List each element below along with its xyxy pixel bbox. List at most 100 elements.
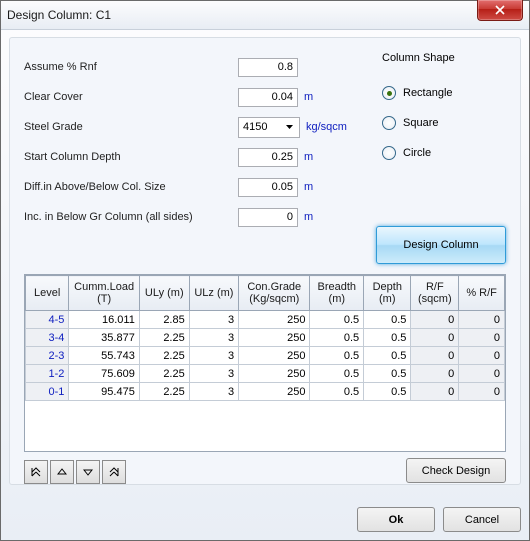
cell-depth[interactable]: 0.5 [364, 383, 411, 401]
col-header-ulz[interactable]: ULz (m) [189, 276, 238, 311]
cell-con[interactable]: 250 [239, 383, 310, 401]
table-row[interactable]: 2-355.7432.2532500.50.500 [26, 347, 505, 365]
cell-depth[interactable]: 0.5 [364, 347, 411, 365]
steel-grade-unit: kg/sqcm [306, 121, 347, 133]
col-header-con[interactable]: Con.Grade (Kg/sqcm) [239, 276, 310, 311]
col-header-depth[interactable]: Depth (m) [364, 276, 411, 311]
results-table: Level Cumm.Load (T) ULy (m) ULz (m) Con.… [25, 275, 505, 401]
radio-icon [382, 146, 396, 160]
cell-ulz[interactable]: 3 [189, 347, 238, 365]
close-button[interactable] [477, 0, 523, 21]
start-depth-unit: m [304, 151, 313, 163]
design-column-button[interactable]: Design Column [376, 226, 506, 264]
titlebar[interactable]: Design Column: C1 [1, 1, 529, 30]
check-design-label: Check Design [422, 465, 490, 477]
cell-con[interactable]: 250 [239, 365, 310, 383]
col-header-cumm[interactable]: Cumm.Load (T) [69, 276, 139, 311]
cell-breadth[interactable]: 0.5 [310, 311, 364, 329]
cell-uly[interactable]: 2.25 [139, 383, 189, 401]
table-row[interactable]: 0-195.4752.2532500.50.500 [26, 383, 505, 401]
col-header-rf[interactable]: R/F (sqcm) [411, 276, 459, 311]
cell-prf[interactable]: 0 [459, 329, 505, 347]
cell-rf[interactable]: 0 [411, 383, 459, 401]
radio-icon [382, 86, 396, 100]
row-first-button[interactable] [24, 460, 48, 484]
cell-cumm[interactable]: 35.877 [69, 329, 139, 347]
row-last-button[interactable] [102, 460, 126, 484]
cell-ulz[interactable]: 3 [189, 365, 238, 383]
steel-grade-select[interactable]: 4150 [238, 117, 300, 138]
cell-ulz[interactable]: 3 [189, 383, 238, 401]
cell-rf[interactable]: 0 [411, 347, 459, 365]
dialog-buttons: Ok Cancel [357, 507, 521, 532]
table-row[interactable]: 3-435.8772.2532500.50.500 [26, 329, 505, 347]
arrow-up-icon [57, 467, 67, 477]
assume-rnf-input[interactable] [238, 58, 298, 77]
cell-con[interactable]: 250 [239, 311, 310, 329]
cell-uly[interactable]: 2.85 [139, 311, 189, 329]
clear-cover-input[interactable] [238, 88, 298, 107]
cell-cumm[interactable]: 75.609 [69, 365, 139, 383]
cell-prf[interactable]: 0 [459, 365, 505, 383]
check-design-button[interactable]: Check Design [406, 458, 506, 483]
cell-prf[interactable]: 0 [459, 383, 505, 401]
arrow-down-icon [83, 467, 93, 477]
cell-breadth[interactable]: 0.5 [310, 329, 364, 347]
row-next-button[interactable] [76, 460, 100, 484]
cell-level[interactable]: 3-4 [26, 329, 69, 347]
ok-button[interactable]: Ok [357, 507, 435, 532]
cell-level[interactable]: 1-2 [26, 365, 69, 383]
cell-prf[interactable]: 0 [459, 347, 505, 365]
main-panel: Assume % Rnf Clear Cover m Steel Grade 4… [9, 37, 521, 485]
results-grid[interactable]: Level Cumm.Load (T) ULy (m) ULz (m) Con.… [24, 274, 506, 452]
start-depth-label: Start Column Depth [24, 151, 238, 163]
radio-rectangle[interactable]: Rectangle [382, 78, 506, 108]
diff-size-unit: m [304, 181, 313, 193]
radio-square[interactable]: Square [382, 108, 506, 138]
cell-depth[interactable]: 0.5 [364, 365, 411, 383]
steel-grade-value: 4150 [243, 121, 282, 133]
col-header-breadth[interactable]: Breadth (m) [310, 276, 364, 311]
cell-con[interactable]: 250 [239, 329, 310, 347]
cell-rf[interactable]: 0 [411, 329, 459, 347]
cell-cumm[interactable]: 95.475 [69, 383, 139, 401]
cell-depth[interactable]: 0.5 [364, 329, 411, 347]
cell-ulz[interactable]: 3 [189, 329, 238, 347]
radio-circle[interactable]: Circle [382, 138, 506, 168]
cell-prf[interactable]: 0 [459, 311, 505, 329]
cell-uly[interactable]: 2.25 [139, 365, 189, 383]
cell-level[interactable]: 2-3 [26, 347, 69, 365]
cell-breadth[interactable]: 0.5 [310, 383, 364, 401]
design-column-label: Design Column [403, 239, 478, 251]
diff-size-label: Diff.in Above/Below Col. Size [24, 181, 238, 193]
row-prev-button[interactable] [50, 460, 74, 484]
cell-breadth[interactable]: 0.5 [310, 347, 364, 365]
cell-depth[interactable]: 0.5 [364, 311, 411, 329]
col-header-uly[interactable]: ULy (m) [139, 276, 189, 311]
cell-uly[interactable]: 2.25 [139, 329, 189, 347]
cell-con[interactable]: 250 [239, 347, 310, 365]
arrow-first-icon [31, 467, 41, 477]
col-header-prf[interactable]: % R/F [459, 276, 505, 311]
arrow-last-icon [109, 467, 119, 477]
cell-cumm[interactable]: 16.011 [69, 311, 139, 329]
cancel-button[interactable]: Cancel [443, 507, 521, 532]
row-nav-buttons [24, 460, 126, 484]
cell-level[interactable]: 0-1 [26, 383, 69, 401]
inc-below-input[interactable] [238, 208, 298, 227]
cell-ulz[interactable]: 3 [189, 311, 238, 329]
col-header-level[interactable]: Level [26, 276, 69, 311]
radio-square-label: Square [403, 117, 438, 129]
radio-rectangle-label: Rectangle [403, 87, 453, 99]
cell-level[interactable]: 4-5 [26, 311, 69, 329]
cell-cumm[interactable]: 55.743 [69, 347, 139, 365]
table-row[interactable]: 1-275.6092.2532500.50.500 [26, 365, 505, 383]
cell-breadth[interactable]: 0.5 [310, 365, 364, 383]
cell-rf[interactable]: 0 [411, 365, 459, 383]
steel-grade-label: Steel Grade [24, 121, 238, 133]
diff-size-input[interactable] [238, 178, 298, 197]
cell-rf[interactable]: 0 [411, 311, 459, 329]
start-depth-input[interactable] [238, 148, 298, 167]
cell-uly[interactable]: 2.25 [139, 347, 189, 365]
table-row[interactable]: 4-516.0112.8532500.50.500 [26, 311, 505, 329]
